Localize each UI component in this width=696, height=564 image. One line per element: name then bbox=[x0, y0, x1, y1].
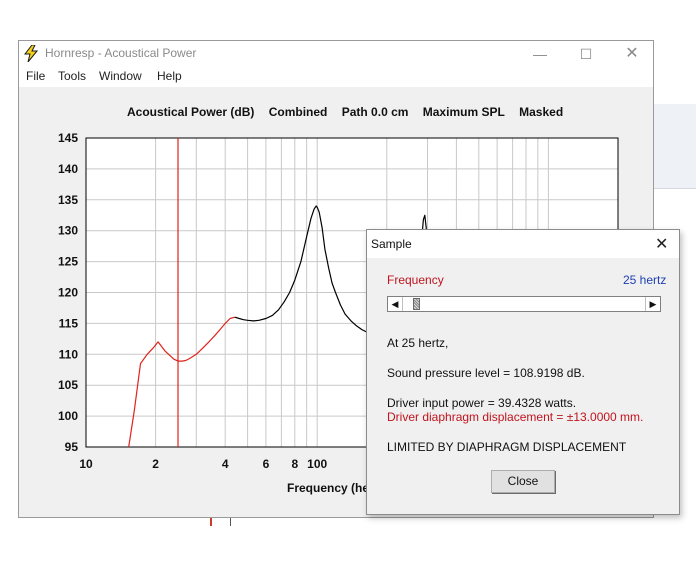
y-tick-label: 125 bbox=[58, 255, 78, 269]
background-window-panel bbox=[654, 104, 696, 188]
x-tick-label: 10 bbox=[79, 457, 93, 471]
y-tick-label: 105 bbox=[58, 378, 78, 392]
frequency-value: 25 hertz bbox=[623, 273, 667, 287]
at-frequency-text: At 25 hertz, bbox=[387, 336, 449, 350]
close-button[interactable]: Close bbox=[491, 470, 555, 493]
displacement-text: Driver diaphragm displacement = ±13.0000… bbox=[387, 410, 644, 424]
x-tick-label: 6 bbox=[263, 457, 270, 471]
y-tick-label: 110 bbox=[59, 347, 79, 361]
y-tick-label: 135 bbox=[58, 193, 78, 207]
slider-left-arrow-icon[interactable]: ◀ bbox=[388, 297, 403, 311]
dialog-close-icon[interactable]: ✕ bbox=[655, 234, 668, 254]
slider-thumb[interactable] bbox=[412, 298, 420, 310]
y-tick-label: 120 bbox=[58, 286, 78, 300]
dialog-title: Sample bbox=[371, 237, 412, 251]
y-tick-label: 95 bbox=[65, 440, 79, 454]
frequency-slider[interactable]: ◀ ▶ bbox=[387, 296, 661, 312]
y-tick-label: 140 bbox=[58, 162, 78, 176]
y-tick-label: 100 bbox=[58, 409, 78, 423]
sample-dialog: Sample ✕ Frequency 25 hertz ◀ ▶ At 25 he… bbox=[366, 229, 680, 515]
x-tick-label: 100 bbox=[307, 457, 327, 471]
limited-text: LIMITED BY DIAPHRAGM DISPLACEMENT bbox=[387, 440, 627, 454]
y-tick-label: 115 bbox=[59, 316, 79, 330]
x-tick-label: 2 bbox=[152, 457, 159, 471]
x-tick-label: 4 bbox=[222, 457, 229, 471]
dialog-title-bar[interactable]: Sample ✕ bbox=[367, 230, 679, 258]
x-axis-label: Frequency (he bbox=[287, 481, 369, 495]
x-tick-label: 8 bbox=[291, 457, 298, 471]
frequency-label: Frequency bbox=[387, 273, 444, 287]
background-divider bbox=[654, 188, 696, 189]
input-power-text: Driver input power = 39.4328 watts. bbox=[387, 396, 577, 410]
y-tick-label: 145 bbox=[58, 131, 78, 145]
y-tick-label: 130 bbox=[58, 224, 78, 238]
slider-right-arrow-icon[interactable]: ▶ bbox=[645, 297, 660, 311]
spl-text: Sound pressure level = 108.9198 dB. bbox=[387, 366, 585, 380]
